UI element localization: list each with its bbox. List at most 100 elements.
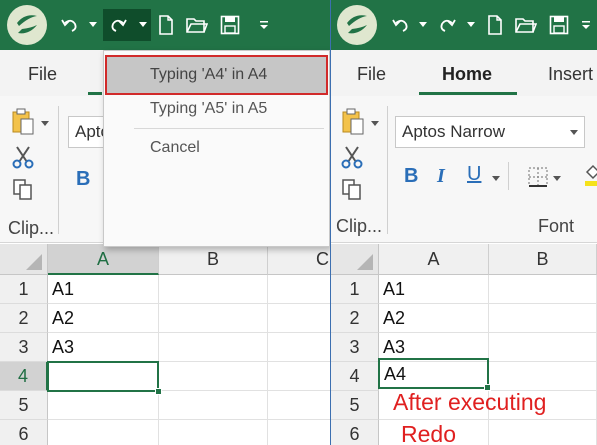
title-bar	[0, 0, 330, 50]
clipboard-group-label: Clip...	[8, 218, 55, 238]
cell-c2[interactable]	[268, 304, 330, 333]
redo-button[interactable]	[433, 9, 461, 41]
paste-icon[interactable]	[341, 108, 367, 136]
cell-a1[interactable]: A1	[379, 275, 489, 304]
column-header-c[interactable]: C	[268, 244, 330, 275]
redo-dropdown-caret[interactable]	[139, 22, 147, 27]
open-button[interactable]	[183, 9, 211, 41]
cell-b6[interactable]	[159, 420, 268, 445]
undo-button[interactable]	[387, 9, 415, 41]
select-all-corner[interactable]	[331, 244, 379, 275]
cell-b1[interactable]	[159, 275, 268, 304]
underline-button[interactable]: U	[467, 163, 481, 186]
row-header[interactable]: 4	[331, 362, 379, 391]
group-separator	[387, 106, 388, 234]
cell-c5[interactable]	[268, 391, 330, 420]
row-header-selected[interactable]: 4	[0, 362, 48, 391]
customize-toolbar-button[interactable]	[250, 9, 278, 41]
row-header[interactable]: 6	[0, 420, 48, 445]
worksheet-grid[interactable]: A B C 1 2 3 4 5 6 A1 A2 A3	[0, 244, 330, 445]
worksheet-grid[interactable]: A B 1 2 3 4 5 6 A1 A2 A3 A4 After execut…	[331, 244, 597, 445]
redo-icon	[111, 19, 127, 32]
select-all-corner[interactable]	[0, 244, 48, 275]
column-header-a[interactable]: A	[379, 244, 489, 275]
borders-dropdown-caret[interactable]	[553, 176, 561, 181]
cell-a5[interactable]	[48, 391, 159, 420]
cell-b2[interactable]	[159, 304, 268, 333]
bold-button[interactable]: B	[404, 165, 418, 188]
italic-button[interactable]: I	[437, 165, 445, 188]
undo-dropdown-caret[interactable]	[419, 22, 427, 27]
cell-c6[interactable]	[268, 420, 330, 445]
row-header[interactable]: 6	[331, 420, 379, 445]
column-header-b[interactable]: B	[159, 244, 268, 275]
row-header[interactable]: 1	[331, 275, 379, 304]
tab-insert[interactable]: Insert	[548, 64, 593, 85]
column-header-a[interactable]: A	[48, 244, 159, 275]
redo-dropdown-caret[interactable]	[467, 22, 475, 27]
format-separator	[508, 162, 509, 190]
cell-a6[interactable]	[48, 420, 159, 445]
open-button[interactable]	[512, 9, 540, 41]
save-button[interactable]	[545, 9, 573, 41]
row-header[interactable]: 1	[0, 275, 48, 304]
row-header[interactable]: 2	[331, 304, 379, 333]
new-file-button[interactable]	[481, 9, 509, 41]
cell-c3[interactable]	[268, 333, 330, 362]
cell-b4[interactable]	[159, 362, 268, 391]
active-cell-a4[interactable]: A4	[378, 358, 489, 389]
redo-menu-item-typing-a4[interactable]: Typing 'A4' in A4	[105, 55, 328, 95]
paste-icon[interactable]	[11, 108, 37, 136]
bold-button[interactable]: B	[76, 168, 90, 191]
row-header[interactable]: 5	[331, 391, 379, 420]
customize-toolbar-button[interactable]	[572, 9, 597, 41]
cell-a2[interactable]: A2	[48, 304, 159, 333]
cell-b5[interactable]	[159, 391, 268, 420]
font-name-dropdown-caret[interactable]	[570, 130, 578, 135]
customize-toolbar-icon	[582, 21, 590, 29]
cut-icon[interactable]	[12, 145, 34, 169]
fill-handle[interactable]	[155, 388, 162, 395]
tab-file[interactable]: File	[28, 64, 57, 85]
row-header[interactable]: 3	[0, 333, 48, 362]
redo-menu-item-typing-a5[interactable]: Typing 'A5' in A5	[104, 91, 329, 127]
cell-b3[interactable]	[159, 333, 268, 362]
column-header-b[interactable]: B	[489, 244, 597, 275]
cell-b1[interactable]	[489, 275, 597, 304]
underline-dropdown-caret[interactable]	[492, 176, 500, 181]
fill-color-icon[interactable]	[583, 162, 597, 188]
cell-a2[interactable]: A2	[379, 304, 489, 333]
paste-dropdown-caret[interactable]	[41, 121, 49, 126]
cell-a1[interactable]: A1	[48, 275, 159, 304]
undo-button[interactable]	[56, 9, 84, 41]
cell-b6[interactable]	[489, 420, 597, 445]
borders-icon[interactable]	[527, 166, 549, 188]
group-separator	[58, 106, 59, 234]
right-window: File Home Insert Clip... Aptos Narrow B …	[331, 0, 597, 445]
clipboard-group-label: Clip...	[336, 216, 383, 236]
cell-a3[interactable]: A3	[48, 333, 159, 362]
paste-dropdown-caret[interactable]	[371, 121, 379, 126]
row-header[interactable]: 2	[0, 304, 48, 333]
cell-b4[interactable]	[489, 362, 597, 391]
save-button[interactable]	[216, 9, 244, 41]
tab-home[interactable]: Home	[442, 64, 492, 85]
title-bar	[331, 0, 597, 50]
new-file-button[interactable]	[152, 9, 180, 41]
cell-c1[interactable]	[268, 275, 330, 304]
row-header[interactable]: 3	[331, 333, 379, 362]
cell-b3[interactable]	[489, 333, 597, 362]
open-folder-icon	[515, 18, 537, 33]
cell-c4[interactable]	[268, 362, 330, 391]
undo-dropdown-caret[interactable]	[89, 22, 97, 27]
copy-icon[interactable]	[341, 178, 363, 202]
cut-icon[interactable]	[341, 145, 363, 169]
font-group-label: Font	[538, 216, 575, 236]
redo-menu-cancel[interactable]: Cancel	[104, 130, 329, 166]
cell-b2[interactable]	[489, 304, 597, 333]
active-cell-a4[interactable]	[47, 361, 159, 392]
font-name-box[interactable]: Aptos Narrow	[395, 116, 585, 148]
row-header[interactable]: 5	[0, 391, 48, 420]
tab-file[interactable]: File	[357, 64, 386, 85]
copy-icon[interactable]	[12, 178, 34, 202]
